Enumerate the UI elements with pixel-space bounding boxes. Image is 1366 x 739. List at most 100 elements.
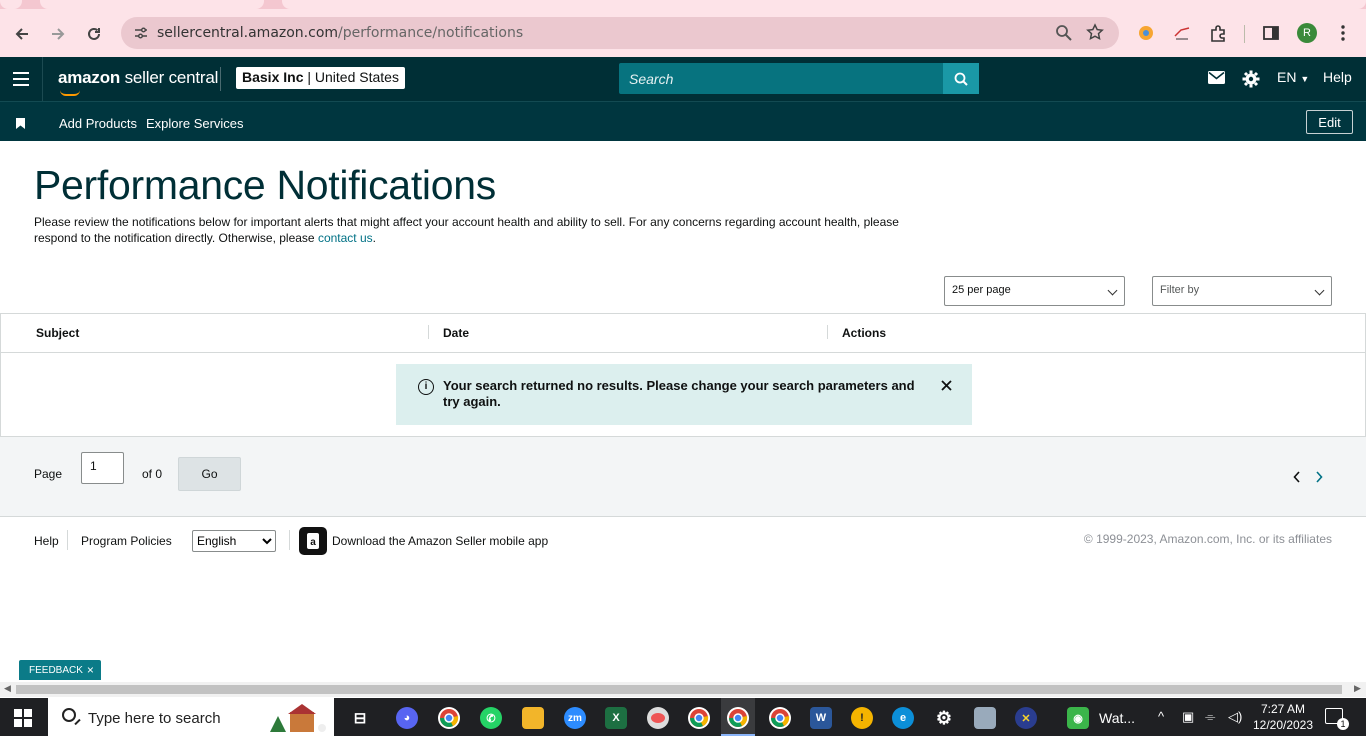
horizontal-scrollbar[interactable]: ◀ ▶: [0, 682, 1366, 697]
notifications-table: Subject Date Actions i Your search retur…: [0, 313, 1366, 437]
footer-help-link[interactable]: Help: [34, 534, 59, 548]
edit-nav-button[interactable]: Edit: [1306, 110, 1353, 134]
per-page-select[interactable]: 25 per page: [944, 276, 1125, 306]
scroll-left-icon[interactable]: ◀: [4, 683, 11, 694]
help-link[interactable]: Help: [1323, 69, 1352, 85]
chevron-down-icon: [1314, 285, 1325, 296]
chrome-profile-icon[interactable]: [688, 707, 710, 729]
chrome-second-profile-icon[interactable]: [769, 707, 791, 729]
page-total: of 0: [142, 467, 163, 481]
clock-date: 12/20/2023: [1252, 718, 1314, 732]
excel-icon[interactable]: X: [605, 707, 627, 729]
whatsapp-icon[interactable]: ✆: [480, 707, 502, 729]
taskbar-app-label[interactable]: Wat...: [1099, 710, 1135, 726]
download-app-link[interactable]: Download the Amazon Seller mobile app: [332, 534, 548, 548]
amazon-seller-central-logo[interactable]: amazon seller central: [58, 68, 218, 96]
footer-program-policies-link[interactable]: Program Policies: [81, 534, 172, 548]
windows-taskbar: Type here to search ⊟ ◕ ✆ zm X W ! e ⚙ ✕…: [0, 698, 1366, 736]
url-text: sellercentral.amazon.com/performance/not…: [157, 25, 524, 41]
meet-icon[interactable]: ▣: [1182, 709, 1194, 725]
caret-down-icon: ▼: [1300, 74, 1310, 84]
notepad-icon[interactable]: [974, 707, 996, 729]
extension-orange-icon[interactable]: [1136, 23, 1156, 43]
notification-badge: 1: [1337, 718, 1349, 730]
header-divider: [220, 67, 221, 91]
previous-page-icon[interactable]: [1293, 470, 1301, 486]
maps-app-icon[interactable]: ◉: [1067, 707, 1089, 729]
amazon-app-icon[interactable]: a: [299, 527, 327, 555]
side-panel-icon[interactable]: [1261, 23, 1281, 43]
browser-toolbar: sellercentral.amazon.com/performance/not…: [0, 9, 1366, 57]
amazon-smile-icon: [60, 90, 80, 96]
profile-avatar[interactable]: R: [1297, 23, 1317, 43]
language-selector[interactable]: EN ▼: [1277, 69, 1309, 85]
vpn-icon[interactable]: !: [851, 707, 873, 729]
footer-divider: [289, 530, 290, 550]
pagination-bar: Page 1 of 0 Go: [0, 437, 1366, 517]
zoom-app-icon[interactable]: zm: [564, 707, 586, 729]
page-intro: Please review the notifications below fo…: [34, 215, 899, 245]
search-button[interactable]: [943, 63, 979, 94]
xampp-icon[interactable]: ✕: [1015, 707, 1037, 729]
settings-app-icon[interactable]: ⚙: [933, 707, 955, 729]
close-alert-icon[interactable]: [941, 378, 952, 396]
scrollbar-thumb[interactable]: [16, 685, 1342, 694]
page-number-input[interactable]: 1: [81, 452, 124, 484]
chrome-icon[interactable]: [438, 707, 460, 729]
contact-us-link[interactable]: contact us: [318, 231, 373, 245]
word-icon[interactable]: W: [810, 707, 832, 729]
chrome-active-icon[interactable]: [727, 707, 749, 729]
edge-icon[interactable]: e: [892, 707, 914, 729]
nav-add-products[interactable]: Add Products: [59, 116, 137, 131]
copyright: © 1999-2023, Amazon.com, Inc. or its aff…: [1083, 532, 1332, 546]
address-bar[interactable]: sellercentral.amazon.com/performance/not…: [121, 17, 1119, 49]
volume-icon[interactable]: ◁): [1228, 709, 1242, 725]
filter-by-select[interactable]: Filter by: [1152, 276, 1332, 306]
zoom-icon[interactable]: [1055, 24, 1073, 47]
scroll-right-icon[interactable]: ▶: [1354, 683, 1361, 694]
bookmark-icon[interactable]: [16, 116, 25, 134]
discord-icon[interactable]: ◕: [396, 707, 418, 729]
next-page-icon[interactable]: [1315, 470, 1323, 486]
no-results-alert: i Your search returned no results. Pleas…: [396, 364, 972, 425]
seller-central-subnav: Add Products Explore Services Edit: [0, 101, 1366, 141]
toolbar-divider: [1244, 25, 1245, 43]
forward-icon[interactable]: [45, 21, 71, 47]
column-subject[interactable]: Subject: [36, 326, 79, 340]
browser-tab-active[interactable]: [40, 0, 264, 9]
search-input[interactable]: [619, 63, 943, 94]
clock-time: 7:27 AM: [1260, 702, 1306, 716]
taskbar-search[interactable]: Type here to search: [48, 698, 334, 736]
file-explorer-icon[interactable]: [522, 707, 544, 729]
back-icon[interactable]: [9, 21, 35, 47]
extension-sign-icon[interactable]: [1172, 23, 1192, 43]
no-results-message: Your search returned no results. Please …: [443, 378, 915, 409]
menu-hamburger-icon[interactable]: [13, 72, 29, 86]
taskbar-clock[interactable]: 7:27 AM 12/20/2023: [1252, 701, 1314, 733]
search-box: [619, 63, 979, 94]
per-page-value: 25 per page: [952, 284, 1011, 296]
search-icon: [62, 708, 76, 722]
paint-icon[interactable]: [647, 707, 669, 729]
column-divider: [827, 325, 828, 339]
column-date[interactable]: Date: [443, 326, 469, 340]
feedback-close-icon[interactable]: ×: [87, 663, 94, 677]
settings-gear-icon[interactable]: [1242, 70, 1260, 91]
tray-chevron-icon[interactable]: ^: [1158, 709, 1164, 724]
reload-icon[interactable]: [81, 21, 107, 47]
network-offline-icon[interactable]: ⌯: [1205, 709, 1215, 725]
footer-language-select[interactable]: English: [192, 530, 276, 552]
nav-explore-services[interactable]: Explore Services: [146, 116, 244, 131]
mail-icon[interactable]: [1208, 71, 1225, 87]
more-menu-icon[interactable]: [1333, 23, 1353, 43]
extensions-puzzle-icon[interactable]: [1208, 23, 1228, 43]
windows-start-icon[interactable]: [14, 709, 32, 727]
tab-edge: [0, 0, 22, 9]
account-switcher[interactable]: Basix Inc | United States: [236, 67, 405, 89]
go-button[interactable]: Go: [178, 457, 241, 491]
task-view-icon[interactable]: ⊟: [349, 707, 371, 729]
site-info-icon[interactable]: [133, 25, 149, 46]
bookmark-star-icon[interactable]: [1086, 23, 1104, 46]
column-actions: Actions: [842, 326, 887, 340]
feedback-tab[interactable]: FEEDBACK ×: [19, 660, 101, 680]
